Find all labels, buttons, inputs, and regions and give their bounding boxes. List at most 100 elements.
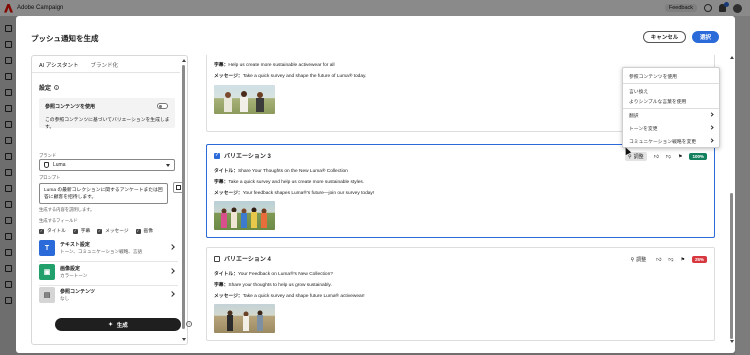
variation-card[interactable]: バリエーション 4 ⚲ 調整 👍︎ 👎︎ ⚑ 25% タイトル：Your Feed… bbox=[206, 247, 715, 341]
app-title: Adobe Campaign bbox=[17, 5, 64, 11]
scroll-down-icon[interactable] bbox=[182, 338, 186, 341]
menu-item-translate[interactable]: 翻訳 bbox=[629, 112, 715, 119]
scroll-thumb[interactable] bbox=[730, 193, 733, 339]
field-title-label: タイトル bbox=[47, 228, 66, 233]
checkbox-image[interactable]: ✓ bbox=[135, 228, 141, 234]
variation-card-selected[interactable]: ✓ バリエーション 3 ⚲ 調整 👍︎ 👎︎ ⚑ 100% タイトル：Share Y… bbox=[206, 144, 715, 238]
fields-checkbox-group: ✓ タイトル ✓ 字幕 ✓ メッセージ ✓ 画像 bbox=[39, 228, 156, 234]
nav-icon[interactable] bbox=[4, 281, 12, 288]
flag-icon[interactable]: ⚑ bbox=[681, 257, 685, 263]
ai-assistant-panel: AI アシスタント ブランド化 設定 i 参照コンテンツを使用 この参照コンテンツ… bbox=[31, 55, 192, 345]
nav-icon[interactable] bbox=[4, 89, 12, 96]
chevron-right-icon bbox=[709, 125, 714, 130]
scroll-thumb[interactable] bbox=[182, 65, 185, 329]
reference-option-title: 参照コンテンツ bbox=[60, 289, 96, 295]
scroll-up-icon[interactable] bbox=[182, 59, 186, 62]
variation-checkbox[interactable] bbox=[214, 255, 220, 262]
menu-item-label: コミュニケーション戦略を変更 bbox=[629, 140, 697, 145]
nav-icon[interactable] bbox=[4, 73, 12, 80]
flag-icon[interactable]: ⚑ bbox=[678, 154, 682, 160]
nav-icon[interactable] bbox=[4, 201, 12, 208]
avatar[interactable] bbox=[733, 3, 742, 13]
prompt-textarea[interactable]: Luma の最新コレクションに関するアンケートまたは回答に顧客を招待します。 bbox=[39, 183, 168, 204]
nav-icon[interactable] bbox=[4, 265, 12, 272]
chevron-down-icon bbox=[166, 163, 170, 167]
nav-icon[interactable] bbox=[4, 153, 12, 160]
score-badge: 100% bbox=[689, 153, 707, 160]
thumbs-down-icon[interactable]: 👎︎ bbox=[666, 154, 671, 160]
dialog-title: プッシュ通知を生成 bbox=[31, 34, 99, 43]
variation-toolbar: ⚲ 調整 👍︎ 👎︎ ⚑ 100% bbox=[625, 152, 707, 161]
variation-message: メッセージ：Take a quick survey and shape the … bbox=[214, 72, 366, 79]
reference-option-subtitle: なし bbox=[60, 296, 70, 301]
reference-toggle[interactable] bbox=[157, 103, 168, 109]
tab-ai-assistant[interactable]: AI アシスタント bbox=[39, 59, 79, 73]
nav-icon[interactable] bbox=[4, 137, 12, 144]
home-icon[interactable] bbox=[4, 25, 12, 32]
prompt-hint: 生成する内容を説明します。 bbox=[39, 207, 95, 212]
checkbox-message[interactable]: ✓ bbox=[97, 228, 103, 234]
nav-icon[interactable] bbox=[4, 249, 12, 256]
scroll-up-icon[interactable] bbox=[730, 56, 734, 59]
nav-icon[interactable] bbox=[4, 185, 12, 192]
variation-name: バリエーション 4 bbox=[224, 257, 271, 263]
settings-heading: 設定 i bbox=[39, 83, 60, 92]
nav-icon[interactable] bbox=[4, 217, 12, 224]
checkbox-subtitle[interactable]: ✓ bbox=[72, 228, 78, 234]
cancel-button[interactable]: キャンセル bbox=[643, 31, 686, 43]
variation-message: メッセージ：Your feedback shapes Luma®'s futur… bbox=[214, 189, 374, 196]
image-settings-option[interactable]: ▣ 画像設定 カラートーン bbox=[39, 262, 178, 283]
reference-icon: ▤ bbox=[39, 287, 55, 303]
generate-button[interactable]: ✦ 生成 bbox=[55, 318, 181, 331]
menu-divider bbox=[623, 83, 719, 84]
text-settings-option[interactable]: T テキスト設定 トーン、コミュニケーション戦略、言語 bbox=[39, 238, 178, 259]
tab-brand[interactable]: ブランド化 bbox=[91, 59, 119, 73]
variation-subtitle: 字幕：Share your thoughts to help us grow s… bbox=[214, 281, 332, 288]
checkbox-title[interactable]: ✓ bbox=[39, 228, 44, 234]
feedback-button[interactable]: Feedback bbox=[664, 4, 697, 12]
menu-item-change-tone[interactable]: トーンを変更 bbox=[629, 125, 715, 132]
chevron-right-icon bbox=[169, 291, 175, 297]
thumbs-down-icon[interactable]: 👎︎ bbox=[668, 257, 673, 263]
nav-icon[interactable] bbox=[4, 57, 12, 64]
info-icon[interactable]: i bbox=[186, 321, 192, 327]
nav-icon[interactable] bbox=[4, 105, 12, 112]
brand-select[interactable]: Luma bbox=[39, 159, 175, 171]
generate-push-dialog: プッシュ通知を生成 キャンセル 選択 AI アシスタント ブランド化 設定 i 参… bbox=[16, 16, 735, 353]
menu-item-use-reference[interactable]: 参照コンテンツを使用 bbox=[629, 73, 715, 80]
menu-item-simpler-language[interactable]: よりシンプルな言葉を使用 bbox=[629, 98, 715, 105]
variation-image bbox=[214, 304, 275, 333]
variations-scrollbar[interactable] bbox=[729, 55, 734, 345]
image-settings-title: 画像設定 bbox=[60, 266, 81, 272]
variation-header: バリエーション 4 bbox=[214, 254, 271, 263]
reference-content-option[interactable]: ▤ 参照コンテンツ なし bbox=[39, 285, 178, 306]
variation-message: メッセージ：Take a quick survey and shape futu… bbox=[214, 292, 365, 299]
nav-icon[interactable] bbox=[4, 169, 12, 176]
select-button[interactable]: 選択 bbox=[692, 31, 719, 43]
scroll-down-icon[interactable] bbox=[730, 340, 734, 343]
adjust-button[interactable]: ⚲ 調整 bbox=[628, 255, 650, 264]
adjust-menu: 参照コンテンツを使用 言い換え よりシンプルな言葉を使用 翻訳 トーンを変更 コ… bbox=[622, 67, 720, 148]
nav-icon[interactable] bbox=[4, 297, 12, 304]
nav-icon[interactable] bbox=[4, 233, 12, 240]
variation-header: ✓ バリエーション 3 bbox=[214, 151, 271, 160]
left-scrollbar[interactable] bbox=[181, 59, 186, 341]
menu-item-change-strategy[interactable]: コミュニケーション戦略を変更 bbox=[629, 138, 715, 145]
menu-item-rephrase[interactable]: 言い換え bbox=[629, 88, 715, 95]
notification-icon[interactable] bbox=[719, 2, 729, 12]
variation-checkbox[interactable]: ✓ bbox=[214, 152, 220, 159]
menu-item-label: 翻訳 bbox=[629, 114, 639, 119]
variation-title: タイトル：Your Feedback on Luma®'s New Collec… bbox=[214, 270, 333, 277]
help-icon[interactable] bbox=[704, 4, 712, 12]
menu-item-label: トーンを変更 bbox=[629, 127, 658, 132]
thumbs-up-icon[interactable]: 👍︎ bbox=[656, 257, 661, 263]
info-icon[interactable]: i bbox=[54, 85, 60, 90]
thumbs-up-icon[interactable]: 👍︎ bbox=[654, 154, 659, 160]
notification-badge bbox=[724, 2, 729, 7]
nav-icon[interactable] bbox=[4, 41, 12, 48]
message-label: メッセージ： bbox=[214, 191, 243, 196]
adjust-label: 調整 bbox=[633, 154, 644, 160]
adjust-label: 調整 bbox=[636, 257, 647, 263]
adjust-icon: ⚲ bbox=[630, 256, 635, 263]
nav-icon[interactable] bbox=[4, 121, 12, 128]
